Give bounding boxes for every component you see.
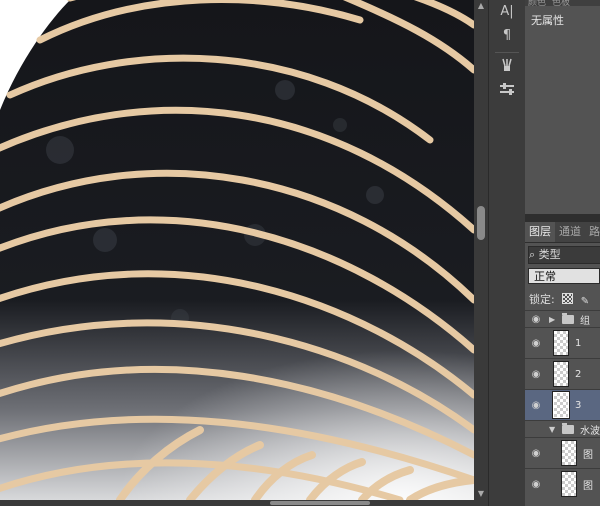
eye-icon[interactable]: ◉	[525, 314, 547, 325]
tool-presets-icon[interactable]	[496, 82, 518, 102]
vertical-scroll-thumb[interactable]	[477, 206, 485, 240]
layer-thumbnail	[561, 440, 577, 466]
brush-presets-icon[interactable]	[496, 58, 518, 78]
eye-icon[interactable]: ◉	[525, 369, 547, 380]
layer-filter-select[interactable]: ⌕ 类型	[528, 246, 600, 264]
layers-panel: 图层 通道 路 ⌕ 类型 正常 锁定: ✎ ◉ ▶ 组 ◉ 1 ◉ 2 ◉ 3	[525, 222, 600, 506]
scroll-up-icon[interactable]: ▲	[474, 0, 488, 12]
tab-paths[interactable]: 路	[585, 222, 600, 242]
properties-tabs: 颜色 色板	[525, 0, 600, 6]
panel-divider	[525, 214, 600, 222]
lock-row: 锁定: ✎	[529, 291, 590, 307]
tab-swatches[interactable]: 色板	[549, 0, 573, 6]
layer-row[interactable]: ◉ 1	[525, 327, 600, 358]
eye-icon[interactable]: ◉	[525, 479, 547, 490]
scroll-down-icon[interactable]: ▼	[474, 488, 488, 500]
lock-transparency-icon[interactable]	[562, 293, 574, 304]
eye-icon[interactable]: ◉	[525, 338, 547, 349]
horizontal-scroll-thumb[interactable]	[270, 501, 370, 505]
eye-icon[interactable]: ◉	[525, 448, 547, 459]
collapsed-triangle-icon[interactable]: ▶	[549, 315, 559, 324]
layer-thumbnail	[553, 330, 569, 356]
layer-list: ◉ ▶ 组 ◉ 1 ◉ 2 ◉ 3 ◉ ▼ 水波 ◉ 图	[525, 310, 600, 499]
layer-name[interactable]: 3	[575, 400, 581, 411]
expanded-triangle-icon[interactable]: ▼	[549, 425, 559, 434]
layer-group-row[interactable]: ◉ ▼ 水波	[525, 420, 600, 437]
layer-thumbnail	[561, 471, 577, 497]
eye-icon[interactable]: ◉	[525, 400, 547, 411]
layer-thumbnail	[552, 391, 570, 419]
brush-icon	[502, 58, 512, 71]
paragraph-panel-icon[interactable]: ¶	[496, 26, 518, 46]
character-panel-icon[interactable]: A|	[496, 2, 518, 22]
tab-color[interactable]: 颜色	[525, 0, 549, 6]
lock-brush-icon[interactable]: ✎	[581, 297, 590, 307]
sliders-icon	[500, 83, 514, 95]
layer-name[interactable]: 2	[575, 369, 581, 380]
layer-thumbnail	[553, 361, 569, 387]
layer-name[interactable]: 图	[583, 446, 593, 461]
document-canvas[interactable]	[0, 0, 474, 500]
layer-name[interactable]: 水波	[580, 422, 600, 437]
layer-name[interactable]: 图	[583, 477, 593, 492]
layers-tabs: 图层 通道 路	[525, 222, 600, 243]
layer-row[interactable]: ◉ 2	[525, 358, 600, 389]
no-properties-label: 无属性	[531, 14, 564, 27]
layer-name[interactable]: 组	[580, 312, 590, 327]
panel-icon-strip: A| ¶	[488, 0, 526, 506]
layer-row[interactable]: ◉ 图	[525, 437, 600, 468]
strip-divider	[495, 52, 519, 53]
lock-label: 锁定:	[529, 293, 555, 306]
properties-panel: 颜色 色板 无属性	[525, 0, 600, 214]
layer-name[interactable]: 1	[575, 338, 581, 349]
layer-row[interactable]: ◉ 图	[525, 468, 600, 499]
layer-group-row[interactable]: ◉ ▶ 组	[525, 310, 600, 327]
layer-row-selected[interactable]: ◉ 3	[525, 389, 600, 420]
tab-channels[interactable]: 通道	[555, 222, 585, 242]
folder-icon	[562, 312, 574, 324]
horizontal-scrollbar[interactable]	[0, 500, 488, 506]
canvas-artwork	[0, 0, 474, 500]
blend-mode-select[interactable]: 正常	[528, 268, 600, 284]
vertical-scrollbar[interactable]: ▲ ▼	[474, 0, 488, 500]
tab-layers[interactable]: 图层	[525, 222, 555, 242]
folder-icon	[562, 422, 574, 434]
